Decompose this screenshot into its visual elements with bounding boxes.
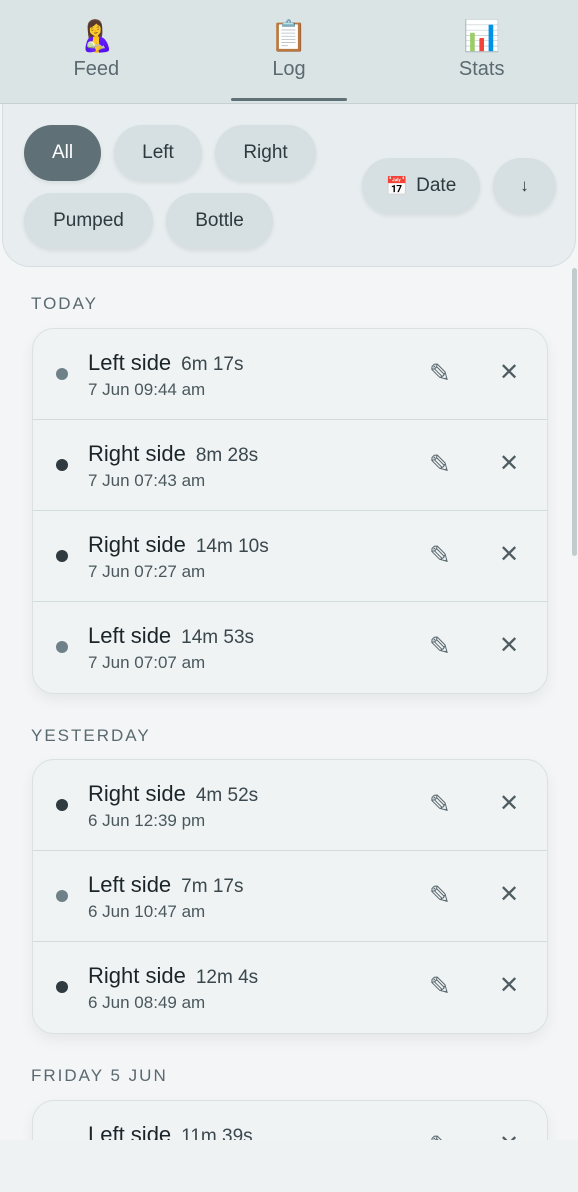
entry-timestamp: 6 Jun 08:49 am bbox=[88, 993, 206, 1012]
entry-duration: 7m 17s bbox=[181, 876, 244, 897]
log-entry[interactable]: Right side 4m 52s 6 Jun 12:39 pm ✎ ✕ bbox=[33, 760, 547, 851]
tab-feed[interactable]: 🤱 Feed bbox=[0, 0, 193, 103]
entries-card-friday: Left side 11m 39s ✎ ✕ bbox=[32, 1100, 548, 1140]
calendar-icon: 📅 bbox=[385, 175, 409, 197]
entry-timestamp: 6 Jun 10:47 am bbox=[88, 902, 206, 921]
log-entry[interactable]: Left side 7m 17s 6 Jun 10:47 am ✎ ✕ bbox=[33, 851, 547, 942]
clipboard-icon: 📋 bbox=[270, 19, 308, 54]
section-heading-today: TODAY bbox=[31, 294, 98, 313]
entry-title: Left side bbox=[88, 350, 172, 375]
log-entry[interactable]: Left side 11m 39s ✎ ✕ bbox=[33, 1101, 547, 1140]
entry-timestamp: 7 Jun 07:43 am bbox=[88, 471, 206, 490]
close-icon[interactable]: ✕ bbox=[499, 540, 519, 568]
entry-timestamp: 7 Jun 09:44 am bbox=[88, 380, 206, 399]
entry-duration: 12m 4s bbox=[195, 967, 259, 988]
entry-duration: 14m 10s bbox=[195, 536, 269, 557]
arrow-down-icon: ↓ bbox=[520, 176, 529, 195]
right-side-dot bbox=[56, 981, 68, 993]
scrollbar[interactable] bbox=[572, 268, 577, 556]
pencil-icon[interactable]: ✎ bbox=[429, 1131, 451, 1140]
close-icon[interactable]: ✕ bbox=[499, 631, 519, 659]
entry-timestamp: 6 Jun 12:39 pm bbox=[88, 811, 206, 830]
log-list[interactable]: TODAY Left side 6m 17s 7 Jun 09:44 am ✎ ✕… bbox=[0, 268, 578, 1140]
entries-card-yesterday: Right side 4m 52s 6 Jun 12:39 pm ✎ ✕ Left… bbox=[32, 759, 548, 1034]
entry-title: Left side bbox=[88, 872, 172, 897]
pencil-icon[interactable]: ✎ bbox=[429, 541, 451, 571]
tab-stats-label: Stats bbox=[458, 58, 505, 80]
close-icon[interactable]: ✕ bbox=[499, 358, 519, 386]
sort-direction-button[interactable]: ↓ bbox=[493, 158, 556, 214]
tab-stats[interactable]: 📊 Stats bbox=[385, 0, 578, 103]
entry-duration: 14m 53s bbox=[181, 627, 255, 648]
filter-all-label: All bbox=[51, 142, 74, 163]
tab-feed-label: Feed bbox=[73, 58, 120, 80]
right-side-dot bbox=[56, 799, 68, 811]
pencil-icon[interactable]: ✎ bbox=[429, 790, 451, 820]
tab-log-label: Log bbox=[272, 58, 306, 80]
filter-panel: All Left Right Pumped Bottle 📅 Date ↓ bbox=[2, 104, 576, 267]
entries-card-today: Left side 6m 17s 7 Jun 09:44 am ✎ ✕ Right… bbox=[32, 328, 548, 694]
entry-title: Right side bbox=[88, 963, 186, 988]
active-tab-indicator bbox=[231, 98, 347, 101]
bar-chart-icon: 📊 bbox=[463, 19, 501, 54]
entry-title: Left side bbox=[88, 1122, 172, 1140]
entry-title: Left side bbox=[88, 623, 172, 648]
entry-title: Right side bbox=[88, 441, 186, 466]
log-entry[interactable]: Left side 6m 17s 7 Jun 09:44 am ✎ ✕ bbox=[33, 329, 547, 420]
sort-by-date-button[interactable]: 📅 Date bbox=[362, 158, 480, 214]
close-icon[interactable]: ✕ bbox=[499, 971, 519, 999]
close-icon[interactable]: ✕ bbox=[499, 1130, 519, 1140]
left-side-dot bbox=[56, 641, 68, 653]
right-side-dot bbox=[56, 550, 68, 562]
filter-pumped-chip[interactable]: Pumped bbox=[24, 193, 153, 249]
bottom-bar bbox=[0, 1140, 578, 1192]
log-entry[interactable]: Right side 14m 10s 7 Jun 07:27 am ✎ ✕ bbox=[33, 511, 547, 602]
tab-log[interactable]: 📋 Log bbox=[193, 0, 386, 103]
left-side-dot bbox=[56, 368, 68, 380]
filter-left-chip[interactable]: Left bbox=[114, 125, 202, 181]
filter-left-label: Left bbox=[142, 142, 174, 163]
pencil-icon[interactable]: ✎ bbox=[429, 359, 451, 389]
entry-duration: 11m 39s bbox=[181, 1126, 253, 1140]
top-tab-bar: 🤱 Feed 📋 Log 📊 Stats bbox=[0, 0, 578, 104]
entry-duration: 8m 28s bbox=[195, 445, 259, 466]
entry-timestamp: 7 Jun 07:07 am bbox=[88, 653, 206, 672]
pencil-icon[interactable]: ✎ bbox=[429, 450, 451, 480]
pencil-icon[interactable]: ✎ bbox=[429, 632, 451, 662]
breastfeeding-icon: 🤱 bbox=[77, 19, 116, 54]
pencil-icon[interactable]: ✎ bbox=[429, 881, 451, 911]
right-side-dot bbox=[56, 459, 68, 471]
close-icon[interactable]: ✕ bbox=[499, 449, 519, 477]
filter-all-chip[interactable]: All bbox=[24, 125, 101, 181]
sort-by-date-label: Date bbox=[416, 175, 457, 196]
section-heading-yesterday: YESTERDAY bbox=[31, 726, 151, 745]
entry-duration: 4m 52s bbox=[195, 785, 259, 806]
left-side-dot bbox=[56, 890, 68, 902]
entry-duration: 6m 17s bbox=[181, 354, 244, 375]
entry-title: Right side bbox=[88, 532, 186, 557]
entry-title: Right side bbox=[88, 781, 186, 806]
filter-pumped-label: Pumped bbox=[53, 210, 124, 231]
log-entry[interactable]: Right side 12m 4s 6 Jun 08:49 am ✎ ✕ bbox=[33, 942, 547, 1033]
log-entry[interactable]: Left side 14m 53s 7 Jun 07:07 am ✎ ✕ bbox=[33, 602, 547, 693]
filter-right-label: Right bbox=[243, 142, 288, 163]
entry-timestamp: 7 Jun 07:27 am bbox=[88, 562, 206, 581]
log-entry[interactable]: Right side 8m 28s 7 Jun 07:43 am ✎ ✕ bbox=[33, 420, 547, 511]
filter-bottle-chip[interactable]: Bottle bbox=[166, 193, 273, 249]
filter-right-chip[interactable]: Right bbox=[215, 125, 316, 181]
close-icon[interactable]: ✕ bbox=[499, 789, 519, 817]
pencil-icon[interactable]: ✎ bbox=[429, 972, 451, 1002]
section-heading-friday: FRIDAY 5 JUN bbox=[31, 1066, 168, 1085]
close-icon[interactable]: ✕ bbox=[499, 880, 519, 908]
filter-bottle-label: Bottle bbox=[195, 210, 244, 231]
